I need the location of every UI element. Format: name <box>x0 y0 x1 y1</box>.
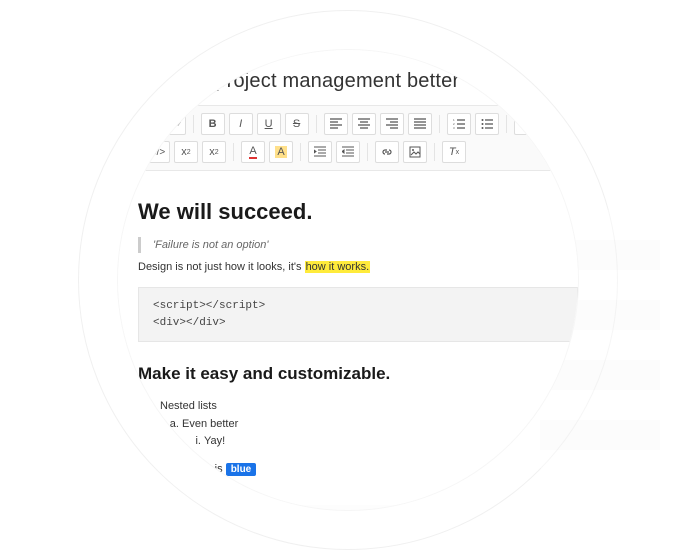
superscript-button[interactable]: x2 <box>174 141 198 163</box>
list-item: Nested lists Even better Yay! <box>160 398 578 451</box>
editor-surface: ke project management better Heading 1 B… <box>118 50 578 505</box>
bg-color-button[interactable]: A <box>269 141 293 163</box>
link-button[interactable] <box>375 141 399 163</box>
toolbar-separator <box>367 143 368 161</box>
nested-list: Nested lists Even better Yay! <box>138 398 578 451</box>
toolbar-separator <box>233 143 234 161</box>
align-right-button[interactable] <box>380 113 404 135</box>
align-justify-button[interactable] <box>408 113 432 135</box>
strike-button[interactable]: S <box>285 113 309 135</box>
undo-button[interactable] <box>514 113 538 135</box>
redo-button[interactable] <box>542 113 566 135</box>
align-left-button[interactable] <box>324 113 348 135</box>
list-item: Yay! <box>204 433 578 451</box>
paragraph-text: Design is not just how it looks, it's <box>138 261 305 273</box>
document-title: ke project management better <box>118 50 578 105</box>
toolbar-separator <box>300 143 301 161</box>
heading-1: We will succeed. <box>138 199 578 225</box>
toolbar-row-2: ❝ </> x2 x2 A A Tx <box>118 138 578 166</box>
indent-button[interactable] <box>308 141 332 163</box>
list-item: Even better Yay! <box>182 416 578 451</box>
editor-content[interactable]: We will succeed. 'Failure is not an opti… <box>118 171 578 505</box>
italic-button[interactable]: I <box>229 113 253 135</box>
font-color-button[interactable]: A <box>241 141 265 163</box>
code-button[interactable]: </> <box>146 141 170 163</box>
paragraph: Design is not just how it looks, it's ho… <box>138 261 578 273</box>
lens-clip: ke project management better Heading 1 B… <box>118 50 578 510</box>
toolbar-separator <box>434 143 435 161</box>
toolbar-separator <box>316 115 317 133</box>
blockquote-text: 'Failure is not an option' <box>138 237 578 253</box>
toolbar-separator <box>506 115 507 133</box>
toolbar-separator <box>439 115 440 133</box>
toolbar-separator <box>193 115 194 133</box>
bullet-list-button[interactable] <box>475 113 499 135</box>
outdent-button[interactable] <box>336 141 360 163</box>
underline-button[interactable]: U <box>257 113 281 135</box>
heading-2: Make it easy and customizable. <box>138 364 578 384</box>
bold-button[interactable]: B <box>201 113 225 135</box>
heading-dropdown[interactable]: Heading 1 <box>118 113 186 135</box>
color-chip: blue <box>226 463 257 476</box>
align-center-button[interactable] <box>352 113 376 135</box>
editor-toolbar: Heading 1 B I U S 123 ❝ </> <box>118 105 578 171</box>
blockquote-button[interactable]: ❝ <box>118 141 142 163</box>
color-prefix: 'v favorite color is <box>138 463 226 475</box>
toolbar-row-1: Heading 1 B I U S 123 <box>118 110 578 138</box>
svg-text:3: 3 <box>453 126 455 130</box>
subscript-button[interactable]: x2 <box>202 141 226 163</box>
image-button[interactable] <box>403 141 427 163</box>
highlighted-text: how it works. <box>305 261 371 273</box>
ordered-list-button[interactable]: 123 <box>447 113 471 135</box>
clear-format-button[interactable]: Tx <box>442 141 466 163</box>
color-sentence: 'v favorite color is blue <box>138 463 578 475</box>
code-block: <script></scr​ipt> <div></div> <box>138 287 578 342</box>
